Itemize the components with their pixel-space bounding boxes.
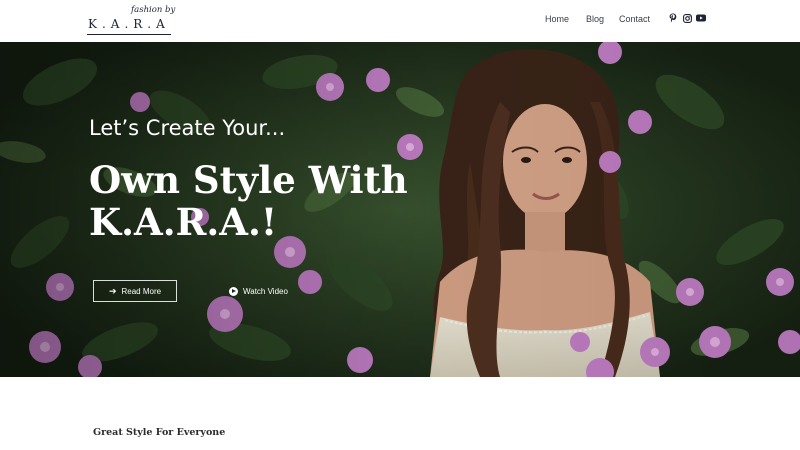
watch-video-button[interactable]: Watch Video bbox=[229, 284, 288, 298]
nav-item-contact[interactable]: Contact bbox=[619, 14, 650, 25]
play-circle-icon bbox=[229, 286, 238, 296]
logo-tagline: fashion by bbox=[131, 5, 176, 15]
youtube-icon[interactable] bbox=[695, 12, 707, 24]
watch-video-label: Watch Video bbox=[243, 286, 288, 296]
arrow-right-icon: ➔ bbox=[108, 285, 117, 296]
hero-heading-line2: K.A.R.A.! bbox=[89, 200, 278, 244]
read-more-button[interactable]: ➔ Read More bbox=[93, 280, 177, 302]
nav-item-home[interactable]: Home bbox=[545, 14, 569, 25]
logo-underline bbox=[87, 34, 171, 35]
hero-heading: Own Style With K.A.R.A.! bbox=[89, 159, 449, 243]
read-more-label: Read More bbox=[121, 286, 162, 296]
instagram-icon[interactable] bbox=[681, 12, 693, 24]
hero-heading-line1: Own Style With bbox=[89, 158, 408, 202]
site-header: fashion by K.A.R.A Home Blog Contact bbox=[0, 0, 800, 42]
nav-item-blog[interactable]: Blog bbox=[586, 14, 604, 25]
pinterest-icon[interactable] bbox=[667, 12, 679, 24]
section-title: Great Style For Everyone bbox=[93, 427, 226, 438]
logo-wordmark: K.A.R.A bbox=[88, 17, 170, 31]
hero-kicker: Let’s Create Your... bbox=[89, 116, 286, 140]
brand-logo[interactable]: fashion by K.A.R.A bbox=[87, 5, 175, 35]
hero-banner: Let’s Create Your... Own Style With K.A.… bbox=[0, 42, 800, 377]
